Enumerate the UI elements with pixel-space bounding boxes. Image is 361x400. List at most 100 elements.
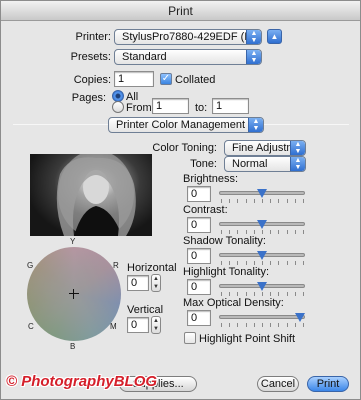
tone-label: Tone: [190,158,217,170]
slider-tick [237,199,239,203]
wheel-label-c: C [28,322,34,331]
slider-thumb[interactable] [257,189,267,198]
slider-thumb[interactable] [257,251,267,260]
presets-popup[interactable]: Standard ▲ ▼ [114,49,262,65]
portrait-image-icon [56,154,136,236]
presets-value: Standard [122,51,167,63]
slider-thumb[interactable] [257,220,267,229]
slider-thumb[interactable] [295,313,305,322]
slider-tick [237,230,239,234]
popup-arrows-icon: ▲ ▼ [290,157,305,171]
slider-tick [245,292,247,296]
popup-arrows-icon: ▲ ▼ [246,30,261,44]
slider-tick [278,292,280,296]
slider-tick [253,261,255,265]
slider-track[interactable] [219,315,305,319]
slider-tick [262,230,263,234]
slider-tick [294,230,296,234]
wheel-label-y: Y [70,237,76,246]
cancel-button[interactable]: Cancel [257,376,299,392]
slider-tick [294,261,296,265]
slider-tick [262,199,263,203]
slider-tick [270,323,272,327]
wheel-label-b: B [70,342,76,351]
slider-value-field[interactable]: 0 [187,310,211,326]
slider-tick [286,323,288,327]
slider-label: Contrast: [183,204,228,216]
popup-arrows-icon: ▲ ▼ [246,50,261,64]
pages-to-field[interactable]: 1 [212,98,249,114]
horizontal-field[interactable]: 0 [127,275,149,291]
panel-popup[interactable]: Printer Color Management ▲ ▼ [108,117,264,133]
slider-tick [237,323,239,327]
copies-field[interactable]: 1 [114,71,154,87]
printer-popup[interactable]: StylusPro7880-429EDF (IP) ▲ ▼ [114,29,262,45]
slider-tick [294,292,296,296]
slider-tick [278,323,280,327]
slider-tick [303,230,304,234]
copies-label: Copies: [73,74,111,86]
vertical-field[interactable]: 0 [127,317,149,333]
pages-from-radio[interactable] [112,101,124,113]
slider-tick [303,292,304,296]
disclosure-button[interactable]: ▲ [267,29,282,44]
slider-tick [303,261,304,265]
slider-tick [229,230,231,234]
slider-tick [237,261,239,265]
pages-from-field[interactable]: 1 [152,98,189,114]
preview-photo [30,154,152,236]
slider-tick [229,292,231,296]
slider-tick [262,323,263,327]
window-title: Print [1,1,360,21]
wheel-label-g: G [27,261,34,270]
slider-label: Brightness: [183,173,239,185]
popup-arrows-icon: ▲ ▼ [248,118,263,132]
color-wheel[interactable] [27,247,121,341]
slider-tick [262,261,263,265]
horizontal-stepper[interactable]: ▲ ▼ [151,274,161,292]
slider-tick [221,323,222,327]
slider-label: Highlight Tonality: [183,266,270,278]
crosshair-h [69,293,79,294]
slider-tick [245,323,247,327]
slider-value-field[interactable]: 0 [187,186,211,202]
slider-tick [253,292,255,296]
panel-value: Printer Color Management [116,119,246,131]
vertical-label: Vertical [127,304,164,316]
print-dialog: Print Printer: StylusPro7880-429EDF (IP)… [0,0,361,400]
pages-from-label: From: [126,102,155,114]
slider-tick [229,261,231,265]
color-toning-label: Color Toning: [152,142,217,154]
slider-tick [221,199,222,203]
slider-tick [270,261,272,265]
slider-tick [262,292,263,296]
printer-label: Printer: [75,31,111,43]
slider-thumb[interactable] [257,282,267,291]
slider-tick [286,292,288,296]
slider-label: Shadow Tonality: [183,235,266,247]
vertical-stepper[interactable]: ▲ ▼ [151,316,161,334]
slider-tick [253,199,255,203]
slider-tick [253,323,255,327]
collated-checkbox[interactable]: ✓ [160,73,172,85]
tone-popup[interactable]: Normal ▲ ▼ [224,156,306,172]
slider-tick [286,261,288,265]
color-toning-popup[interactable]: Fine Adjustm... ▲ ▼ [224,140,306,156]
slider-tick [270,230,272,234]
slider-value-field[interactable]: 0 [187,279,211,295]
pages-label: Pages: [71,92,106,104]
presets-label: Presets: [70,51,111,63]
highlight-point-shift-checkbox[interactable] [184,332,196,344]
slider-tick [221,261,222,265]
slider-tick [229,323,231,327]
slider-value-field[interactable]: 0 [187,217,211,233]
slider-tick [278,199,280,203]
slider-tick [270,199,272,203]
popup-arrows-icon: ▲ ▼ [290,141,305,155]
slider-value-field[interactable]: 0 [187,248,211,264]
slider-tick [278,261,280,265]
print-button[interactable]: Print [307,376,349,392]
slider-tick [253,230,255,234]
disclosure-triangle-icon: ▲ [270,32,279,41]
slider-tick [286,230,288,234]
